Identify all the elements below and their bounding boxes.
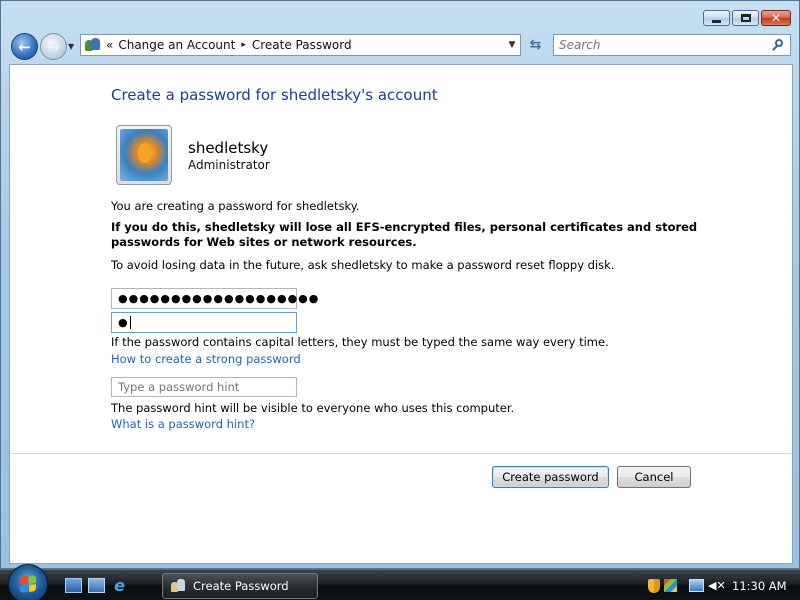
address-bar[interactable]: « Change an Account ▸ Create Password ▼ (80, 34, 521, 56)
creating-password-text: You are creating a password for shedlets… (111, 199, 360, 213)
clock[interactable]: 11:30 AM (732, 579, 787, 593)
close-button[interactable]: ✕ (761, 10, 791, 26)
security-shield-icon[interactable] (648, 578, 660, 593)
back-arrow-icon: ← (18, 37, 31, 56)
breadcrumb-create-password[interactable]: Create Password (252, 38, 352, 52)
account-name: shedletsky (188, 139, 269, 157)
volume-mute-icon[interactable]: ◀✕ (708, 579, 726, 593)
recent-pages-dropdown[interactable]: ▼ (68, 42, 77, 51)
start-button[interactable] (8, 564, 48, 600)
goldfish-picture-icon (120, 129, 168, 181)
close-icon: ✕ (770, 11, 782, 25)
show-desktop-icon[interactable] (65, 578, 82, 593)
network-icon[interactable] (689, 579, 704, 592)
maximize-icon (740, 14, 751, 22)
password-hint-input[interactable] (111, 377, 297, 397)
divider (10, 453, 792, 454)
efs-warning-text: If you do this, shedletsky will lose all… (111, 220, 698, 249)
address-dropdown-icon[interactable]: ▼ (504, 40, 520, 50)
account-role: Administrator (188, 158, 270, 172)
address-chevron[interactable]: « (106, 38, 113, 52)
search-box[interactable] (553, 34, 791, 56)
user-accounts-icon (85, 38, 101, 52)
content-pane: Create a password for shedletsky's accou… (9, 64, 793, 564)
password-hint-help-link[interactable]: What is a password hint? (111, 417, 255, 431)
capital-letters-note: If the password contains capital letters… (111, 335, 609, 349)
taskbar-item-label: Create Password (193, 579, 289, 593)
avoid-data-loss-text: To avoid losing data in the future, ask … (111, 258, 615, 272)
minimize-icon (712, 19, 721, 23)
page-title: Create a password for shedletsky's accou… (111, 86, 438, 104)
search-icon[interactable] (769, 36, 787, 54)
new-password-field[interactable]: ●●●●●●●●●●●●●●●●●●● (111, 288, 318, 309)
back-button[interactable]: ← (11, 33, 38, 60)
system-tray: ◀✕ 11:30 AM (648, 574, 796, 597)
strong-password-link[interactable]: How to create a strong password (111, 352, 301, 366)
caption-buttons: ✕ (703, 10, 791, 26)
windows-update-icon[interactable] (664, 579, 677, 592)
cancel-button[interactable]: Cancel (617, 466, 691, 488)
user-avatar (116, 125, 172, 185)
maximize-button[interactable] (732, 10, 759, 26)
text-caret (129, 316, 131, 329)
confirm-password-value: ● (118, 316, 129, 329)
taskbar-item-create-password[interactable]: Create Password (162, 573, 318, 599)
user-accounts-icon (171, 579, 187, 593)
switch-windows-icon[interactable] (88, 578, 105, 593)
hint-visibility-note: The password hint will be visible to eve… (111, 401, 515, 415)
forward-button[interactable]: → (40, 33, 67, 60)
create-password-button[interactable]: Create password (492, 466, 609, 488)
forward-arrow-icon: → (47, 37, 60, 56)
breadcrumb-separator-icon[interactable]: ▸ (241, 40, 246, 50)
control-panel-window: ✕ ← → ▼ « Change an Account ▸ Create Pas… (0, 0, 800, 569)
taskbar: e Create Password ◀✕ 11:30 AM (0, 564, 800, 600)
search-input[interactable] (554, 38, 769, 52)
confirm-password-field[interactable]: ● (111, 312, 297, 333)
breadcrumb-change-account[interactable]: Change an Account (118, 38, 235, 52)
new-password-value: ●●●●●●●●●●●●●●●●●●● (118, 292, 320, 305)
refresh-icon: ⇆ (529, 37, 542, 53)
minimize-button[interactable] (703, 10, 730, 26)
internet-explorer-icon[interactable]: e (111, 578, 128, 594)
windows-flag-icon (20, 575, 36, 593)
refresh-button[interactable]: ⇆ (524, 34, 547, 56)
